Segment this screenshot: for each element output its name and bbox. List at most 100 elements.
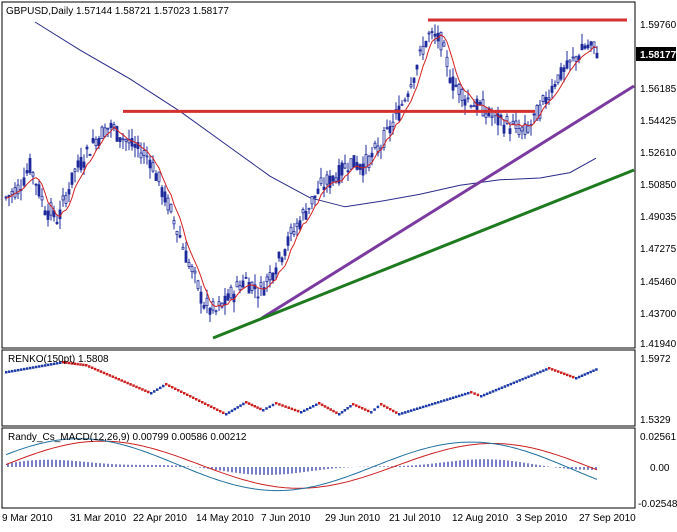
renko-brick [569,374,572,378]
macd-axis-bottom: -0.02548 [638,499,677,510]
price-bar-body [334,177,338,182]
renko-brick [480,395,483,398]
renko-brick [488,391,492,394]
price-bar-body [442,42,446,47]
renko-brick [5,371,8,374]
renko-brick [551,368,554,371]
price-bar-body [82,161,86,168]
price-bar-body [565,60,569,69]
renko-brick [473,392,476,395]
price-bar-body [433,33,437,37]
price-bar-body [325,174,329,185]
price-bar-body [25,170,29,174]
price-bar-body [583,45,587,49]
price-bar-body [166,197,170,211]
renko-brick [105,372,109,376]
price-bar-body [130,138,134,147]
price-bar-body [250,281,254,291]
renko-brick [431,402,434,406]
price-bar-body [415,64,419,70]
price-bar-body [568,59,572,63]
renko-brick [180,390,183,393]
price-bar-body [418,49,422,52]
price-bar-body [175,231,179,235]
renko-brick [545,368,548,371]
price-bar-body [424,40,428,47]
price-bar-body [328,175,332,188]
price-bar-body [484,113,488,119]
renko-brick [159,386,162,390]
price-bar-body [463,99,467,106]
renko-brick [132,384,135,387]
renko-brick [491,390,495,393]
renko-brick [153,390,156,393]
price-axis: 1.59760 1.58177 1.56185 1.54425 1.52610 … [636,20,677,350]
price-bar-body [202,304,206,309]
renko-brick [216,408,219,411]
price-bar-body [79,156,83,171]
renko-brick [156,388,159,391]
renko-brick [262,409,265,412]
renko-brick [320,403,324,407]
renko-indicator-title: RENKO(150pt) 1.5808 [8,354,109,365]
price-bar-body [331,175,335,182]
renko-brick [392,409,395,413]
renko-brick [219,410,222,413]
price-bar-body [562,67,566,72]
renko-brick [575,377,578,380]
renko-brick [361,407,364,410]
price-bar-body [541,95,545,102]
renko-brick [332,409,335,413]
renko-brick [419,406,422,410]
price-bar-body [106,127,110,130]
renko-brick [8,370,11,373]
renko-brick [296,409,300,413]
renko-brick [560,371,563,374]
chart-window[interactable]: GBPUSD,Daily 1.57144 1.58721 1.57023 1.5… [0,0,677,527]
renko-brick [198,399,201,402]
time-axis-label: 14 May 2010 [196,513,254,524]
price-bar-body [343,163,347,169]
price-bar-body [304,210,308,220]
renko-brick [589,370,592,374]
time-axis-label: 7 Jun 2010 [261,513,311,524]
renko-brick [410,409,413,412]
renko-brick [303,409,306,412]
price-bar-body [88,154,92,156]
price-bar-body [283,249,287,256]
renko-brick [512,381,516,385]
renko-brick [174,387,177,390]
renko-brick [494,388,498,392]
time-axis-label: 29 Jun 2010 [325,513,380,524]
price-bar-body [247,282,251,294]
renko-brick [183,392,186,395]
renko-brick [41,364,44,368]
price-axis-label: 1.59760 [640,20,677,31]
renko-brick [14,369,17,372]
ohlc-readout: 1.57144 1.58721 1.57023 1.58177 [76,6,229,17]
renko-brick [554,369,557,372]
price-bar-body [457,84,461,95]
price-bar-body [157,171,161,183]
price-bar-body [502,124,506,134]
renko-brick [312,405,315,408]
renko-brick [35,365,38,369]
price-bar-body [364,154,368,168]
renko-brick [485,392,489,396]
price-bar-body [121,138,125,141]
time-axis-label: 3 Sep 2010 [516,513,568,524]
renko-brick [506,384,510,387]
time-axis-label: 12 Aug 2010 [452,513,509,524]
renko-brick [340,411,344,414]
renko-brick [284,405,287,408]
price-bar-body [241,280,245,288]
renko-brick [458,394,461,398]
renko-brick [99,370,103,373]
chart-canvas[interactable]: GBPUSD,Daily 1.57144 1.58721 1.57023 1.5… [0,0,677,527]
renko-brick [398,413,401,416]
renko-brick [533,373,536,376]
price-bar-body [187,262,191,267]
time-axis: 9 Mar 2010 31 Mar 2010 22 Apr 2010 14 Ma… [2,513,636,524]
renko-axis-top: 1.5972 [640,354,671,365]
price-bar-body [94,138,98,147]
